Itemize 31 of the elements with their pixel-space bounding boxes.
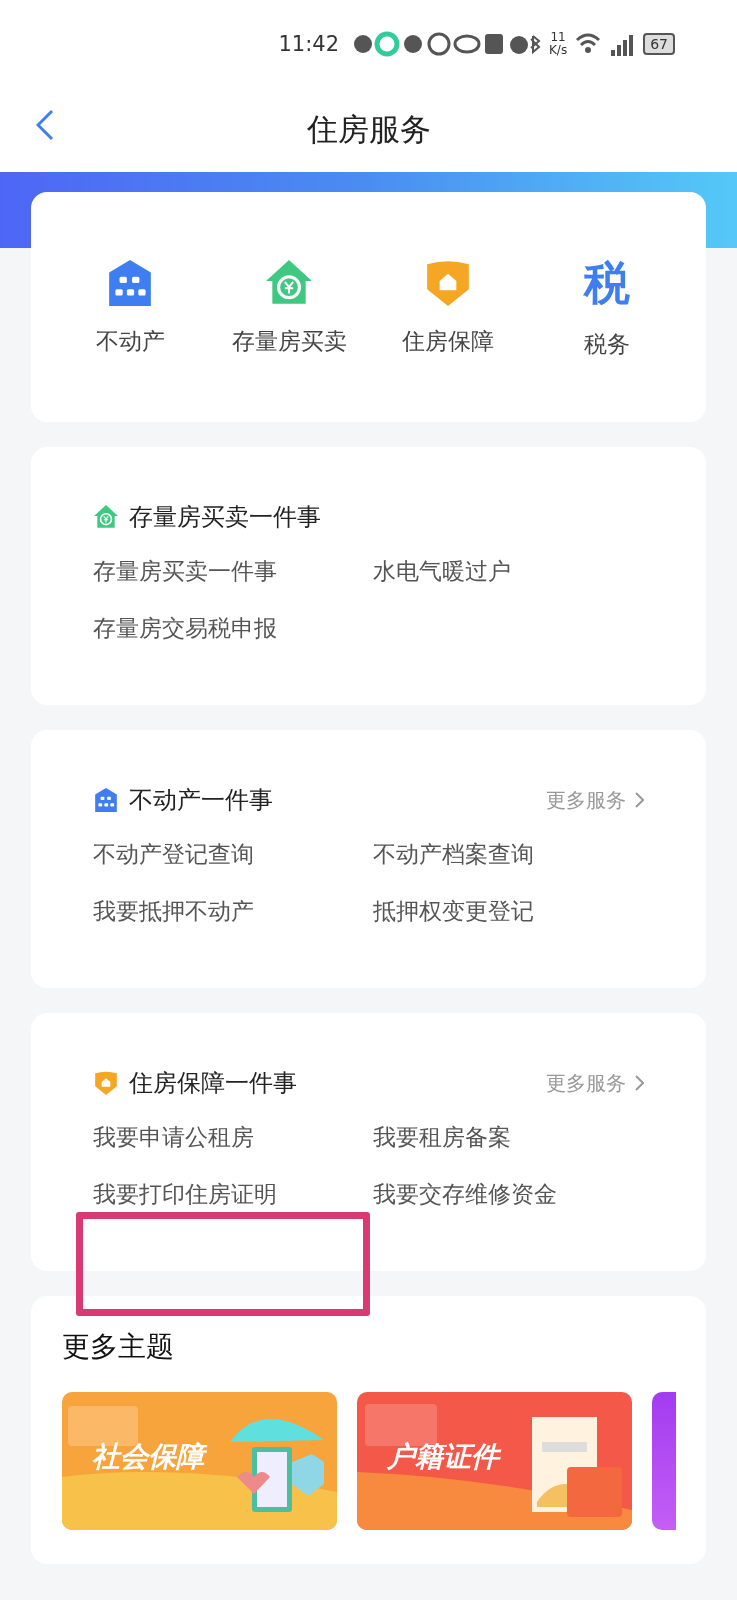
category-button[interactable]: 住房保障 [368,251,528,363]
service-link[interactable]: 存量房交易税申报 [93,612,277,645]
service-link[interactable]: 我要抵押不动产 [93,895,254,928]
service-link[interactable]: 抵押权变更登记 [373,895,534,928]
section-title: 不动产一件事 [129,785,274,816]
category-button[interactable]: 不动产 [51,251,210,363]
battery-level: 67 [643,33,675,55]
section-title: 更多主题 [62,1329,175,1365]
status-time: 11:42 [278,32,339,56]
service-link[interactable]: 我要打印住房证明 [93,1178,277,1211]
house-yen-icon [93,504,119,530]
service-link[interactable]: 不动产档案查询 [373,838,534,871]
shield-house-icon [93,1070,119,1096]
service-link[interactable]: 不动产登记查询 [93,838,254,871]
category-button[interactable]: 存量房买卖 [209,251,369,363]
category-button[interactable]: 税 税务 [527,248,686,366]
chevron-right-icon [634,792,644,808]
chevron-right-icon [634,1075,644,1091]
service-link[interactable]: 存量房买卖一件事 [93,555,277,588]
tax-glyph: 税 [583,254,630,311]
wifi-signal-drawing [575,32,636,56]
service-link[interactable]: 我要租房备案 [373,1121,511,1154]
service-link[interactable]: 水电气暖过户 [373,555,511,588]
section-title: 存量房买卖一件事 [129,502,322,533]
page-title: 住房服务 [306,110,431,149]
network-speed-unit: K/s [549,44,568,57]
service-link[interactable]: 我要申请公租房 [93,1121,254,1154]
network-speed-value: 11 [550,31,566,44]
section-title: 住房保障一件事 [129,1068,298,1099]
service-link[interactable]: 我要交存维修资金 [373,1178,557,1211]
building-icon [93,787,119,813]
